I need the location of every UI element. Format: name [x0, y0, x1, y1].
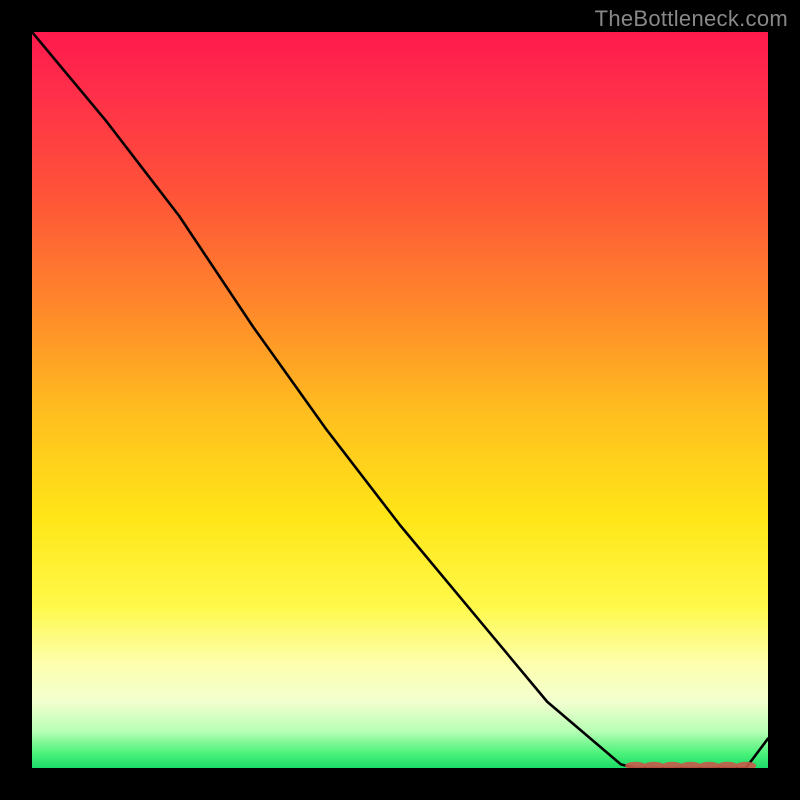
optimal-marker	[662, 762, 683, 768]
bottleneck-line	[32, 32, 768, 768]
bottleneck-chart: TheBottleneck.com	[0, 0, 800, 800]
optimal-range-markers	[625, 762, 756, 768]
optimal-marker	[736, 762, 757, 768]
performance-curve	[32, 32, 768, 768]
attribution-label: TheBottleneck.com	[595, 6, 788, 32]
optimal-marker	[717, 762, 738, 768]
optimal-marker	[699, 762, 720, 768]
optimal-marker	[644, 762, 665, 768]
optimal-marker	[625, 762, 646, 768]
optimal-marker	[680, 762, 701, 768]
plot-area	[32, 32, 768, 768]
